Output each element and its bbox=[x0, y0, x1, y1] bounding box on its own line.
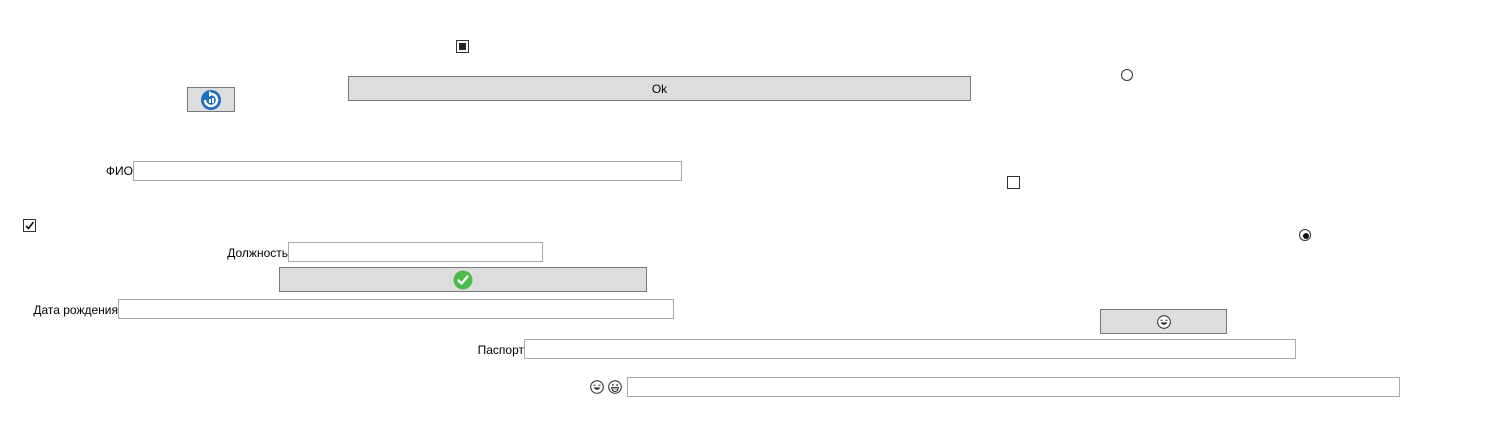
fio-label: ФИО bbox=[105, 164, 133, 178]
emoji-label bbox=[590, 380, 626, 396]
fio-field[interactable] bbox=[133, 161, 682, 181]
laughing-face-icon bbox=[1156, 314, 1171, 329]
radio-button-top[interactable] bbox=[1121, 69, 1133, 81]
position-label: Должность bbox=[227, 246, 288, 260]
check-circle-icon bbox=[453, 270, 473, 289]
radio-button-selected[interactable] bbox=[1299, 229, 1311, 241]
grinning-face-icon bbox=[608, 380, 622, 394]
ok-button[interactable]: Ok bbox=[348, 76, 971, 101]
refresh-icon bbox=[201, 89, 221, 110]
indeterminate-checkbox[interactable] bbox=[456, 40, 469, 53]
emoji-button[interactable] bbox=[1100, 309, 1227, 334]
confirm-button[interactable] bbox=[279, 267, 647, 292]
emoji-field[interactable] bbox=[627, 377, 1400, 397]
position-field[interactable] bbox=[288, 242, 543, 262]
passport-label: Паспорт bbox=[477, 343, 524, 357]
checkmark-icon bbox=[25, 221, 35, 230]
birthdate-label: Дата рождения bbox=[33, 303, 118, 317]
unchecked-checkbox[interactable] bbox=[1007, 176, 1020, 189]
refresh-button[interactable] bbox=[187, 87, 235, 112]
birthdate-field[interactable] bbox=[118, 299, 674, 319]
passport-field[interactable] bbox=[524, 339, 1296, 359]
laughing-face-icon bbox=[590, 380, 604, 394]
checked-checkbox[interactable] bbox=[23, 219, 36, 232]
